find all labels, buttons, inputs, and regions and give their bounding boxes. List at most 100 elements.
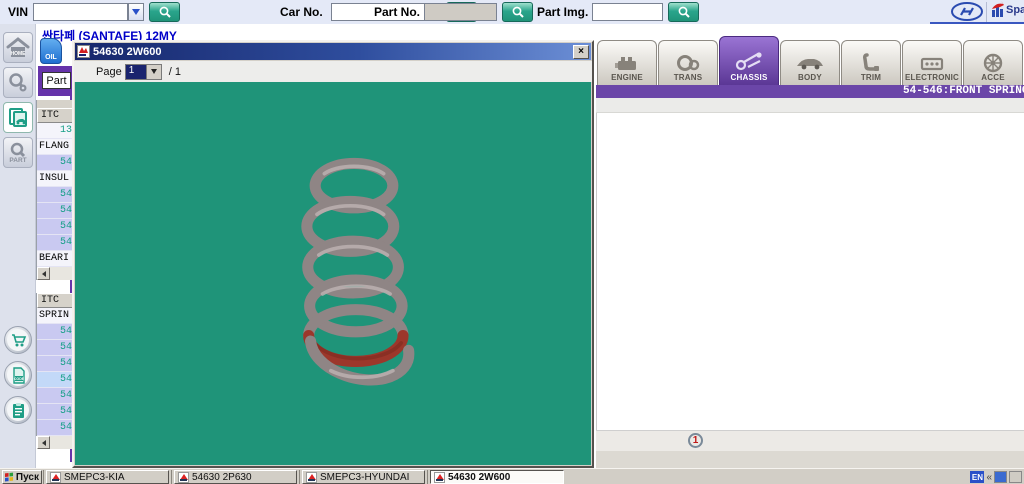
epc-app-icon <box>50 472 61 483</box>
tray-expand-chevron[interactable]: « <box>986 472 992 483</box>
tab-part[interactable]: Part <box>42 72 71 89</box>
table-row[interactable]: 54 <box>37 388 74 404</box>
part-no-input <box>424 3 497 21</box>
page-indicator-number: 1 <box>693 435 699 446</box>
start-button-label: Пуск <box>16 472 39 483</box>
tab-engine[interactable]: ENGINE <box>597 40 657 85</box>
os-taskbar: Пуск SMEPC3-KIA 54630 2P630 SMEPC3-HYUND… <box>0 468 1024 484</box>
table-row[interactable]: 54 <box>37 219 74 235</box>
bars-icon <box>991 1 1004 18</box>
page-select[interactable]: 1 <box>125 64 162 80</box>
lower-row-list: SPRIN 54 54 54 54 54 54 54 <box>37 308 74 436</box>
taskbar-item-smepc3-kia[interactable]: SMEPC3-KIA <box>46 470 169 484</box>
code-document-icon: CODE <box>10 367 27 384</box>
table-cell: 54 <box>60 157 72 168</box>
part-search-button[interactable]: PART <box>3 137 33 168</box>
scrollbar-track[interactable] <box>50 436 74 449</box>
tab-part-label: Part <box>46 75 66 87</box>
part-table-upper: ITC 13 FLANG 54 INSUL 54 54 54 54 BEARI <box>36 100 74 280</box>
left-icon-sidebar: HOME PART <box>0 24 36 468</box>
column-header[interactable]: ITC <box>37 108 74 123</box>
search-icon <box>511 5 525 19</box>
home-icon-label: HOME <box>11 51 27 57</box>
part-no-search-button[interactable] <box>502 2 533 22</box>
table-row[interactable]: 54 <box>37 203 74 219</box>
table-row[interactable]: 54 <box>37 155 74 171</box>
right-toolbar-strip <box>596 98 1024 113</box>
arrow-left-icon <box>42 440 46 446</box>
taskbar-item-smepc3-hyundai[interactable]: SMEPC3-HYUNDAI <box>302 470 425 484</box>
table-cell: 54 <box>60 390 72 401</box>
part-img-label: Part Img. <box>537 5 588 19</box>
right-footer-strip: 1 <box>596 430 1024 451</box>
column-header[interactable]: ITC <box>37 293 74 308</box>
page-select-dropdown[interactable] <box>146 65 161 79</box>
parts-catalog-button[interactable] <box>3 102 33 133</box>
home-button[interactable]: HOME <box>3 32 33 63</box>
table-row[interactable]: 54 <box>37 404 74 420</box>
part-image-canvas[interactable] <box>75 82 591 465</box>
horizontal-scrollbar[interactable] <box>37 436 74 449</box>
part-img-search-button[interactable] <box>668 2 699 22</box>
part-no-label: Part No. <box>374 5 420 19</box>
window-titlebar[interactable]: 54630 2W600 × <box>75 43 591 60</box>
table-row[interactable]: 54 <box>37 420 74 436</box>
vin-dropdown-button[interactable] <box>128 3 144 21</box>
table-row[interactable]: FLANG <box>37 139 74 155</box>
table-cell: 54 <box>60 221 72 232</box>
table-row[interactable]: 54 <box>37 324 74 340</box>
part-icon-label: PART <box>9 157 26 164</box>
table-row[interactable]: SPRIN <box>37 308 74 324</box>
tab-body[interactable]: BODY <box>780 40 840 85</box>
page-total: / 1 <box>169 66 181 78</box>
tab-trim[interactable]: TRIM <box>841 40 901 85</box>
taskbar-item-54630-2w600[interactable]: 54630 2W600 <box>430 470 564 484</box>
taskbar-item-label: 54630 2W600 <box>448 472 510 483</box>
page-toolbar: Page 1 / 1 <box>74 61 592 82</box>
search-icon <box>677 5 691 19</box>
table-row[interactable]: 54 <box>37 235 74 251</box>
vin-input[interactable] <box>33 3 128 21</box>
table-row[interactable]: 54 <box>37 340 74 356</box>
code-document-button[interactable]: CODE <box>4 361 32 389</box>
cart-button[interactable] <box>4 326 32 354</box>
oil-icon[interactable]: OIL <box>40 38 62 64</box>
search-icon <box>158 5 172 19</box>
clipboard-button[interactable] <box>4 396 32 424</box>
scroll-left-button[interactable] <box>37 267 50 280</box>
document-car-icon <box>6 106 30 130</box>
table-cell: 54 <box>60 237 72 248</box>
horizontal-scrollbar[interactable] <box>37 267 74 280</box>
right-content-area <box>596 113 1024 430</box>
table-cell: 54 <box>60 326 72 337</box>
language-indicator[interactable]: EN <box>970 471 984 483</box>
vin-search-button[interactable] <box>149 2 180 22</box>
network-tray-icon[interactable] <box>994 471 1007 483</box>
toolbar-underline <box>930 22 1024 24</box>
tab-chassis-label: CHASSIS <box>731 73 768 82</box>
table-row[interactable]: BEARI <box>37 251 74 267</box>
page-indicator-badge[interactable]: 1 <box>688 433 703 448</box>
table-row[interactable]: 54 <box>37 356 74 372</box>
tab-trans[interactable]: TRANS <box>658 40 718 85</box>
table-row[interactable]: INSUL <box>37 171 74 187</box>
tab-electronic[interactable]: ELECTRONIC <box>902 40 962 85</box>
spare-parts-logo: Spa <box>991 1 1024 18</box>
scrollbar-track[interactable] <box>50 267 74 280</box>
tab-chassis[interactable]: CHASSIS <box>719 36 779 85</box>
start-button[interactable]: Пуск <box>2 470 42 484</box>
close-button[interactable]: × <box>573 45 589 59</box>
taskbar-item-54630-2p630[interactable]: 54630 2P630 <box>174 470 297 484</box>
taskbar-item-label: SMEPC3-KIA <box>64 472 125 483</box>
section-breadcrumb: 54-546:FRONT SPRING _STRU <box>903 85 1024 97</box>
table-row[interactable]: 54 <box>37 187 74 203</box>
electronics-icon <box>919 53 945 73</box>
tray-icon[interactable] <box>1009 471 1022 483</box>
part-image-window: 54630 2W600 × Page 1 / 1 <box>72 40 594 468</box>
part-img-input[interactable] <box>592 3 663 21</box>
scroll-left-button[interactable] <box>37 436 50 449</box>
table-row[interactable]: 54 <box>37 372 74 388</box>
vehicle-search-button[interactable] <box>3 67 33 98</box>
table-row[interactable]: 13 <box>37 123 74 139</box>
tab-accessory[interactable]: ACCE <box>963 40 1023 85</box>
